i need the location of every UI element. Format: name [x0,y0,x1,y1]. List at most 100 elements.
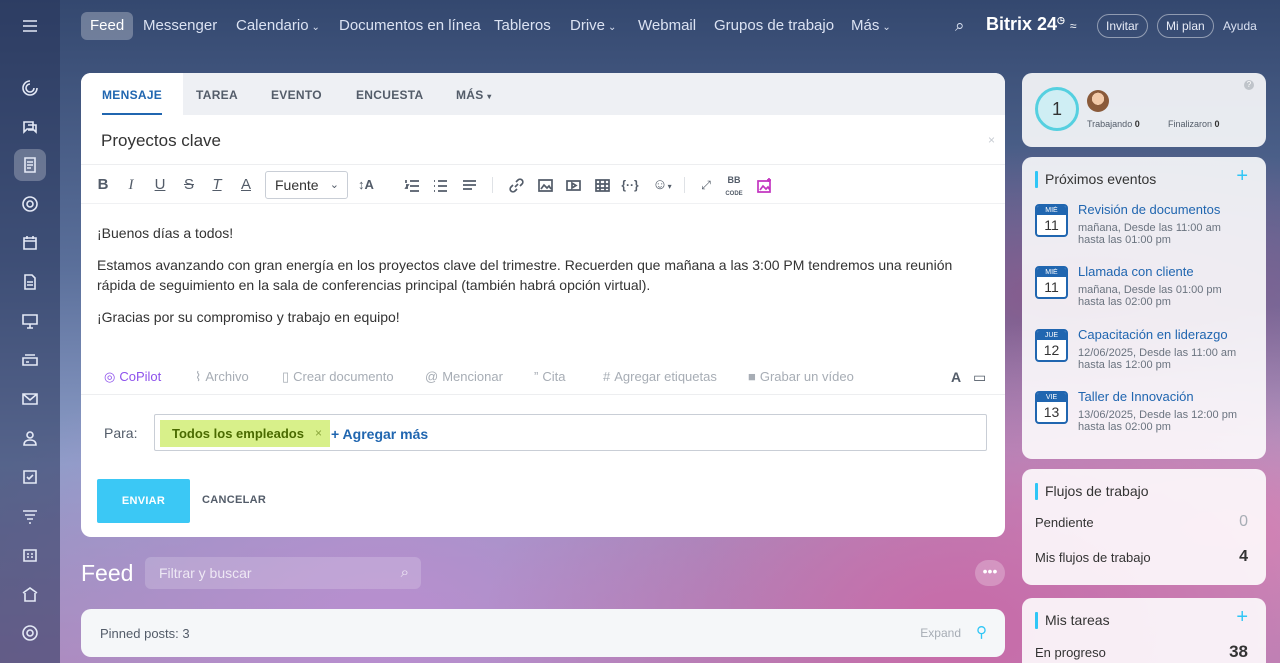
copilot-button[interactable]: ◎ CoPilot [104,369,161,385]
events-card-title: Próximos eventos [1035,171,1156,188]
invite-button[interactable]: Invitar [1097,14,1148,38]
remove-recipient-icon[interactable]: × [315,420,322,447]
send-button[interactable]: ENVIAR [97,479,190,523]
chat-icon[interactable] [14,111,46,143]
my-plan-button[interactable]: Mi plan [1157,14,1214,38]
cancel-button[interactable]: CANCELAR [202,494,266,506]
create-document-button[interactable]: ▯ Crear documento [282,369,394,385]
font-size-icon[interactable]: ↕A [353,172,379,198]
fullscreen-icon[interactable]: ⤢ [695,172,717,198]
event-title[interactable]: Revisión de documentos [1078,202,1220,217]
tab-poll[interactable]: ENCUESTA [356,73,424,115]
sites-icon[interactable] [14,578,46,610]
bbcode-icon[interactable]: BB CODE [723,172,745,198]
search-icon[interactable]: ⌕ [955,12,965,40]
underline-icon[interactable]: U [149,172,171,198]
post-composer: MENSAJE TAREA EVENTO ENCUESTA MÁS ▾ Proy… [81,73,1005,537]
nav-more[interactable]: Más ⌄ [851,12,891,40]
strikethrough-icon[interactable]: S [178,172,200,198]
quote-button[interactable]: ” Cita [534,369,565,384]
nav-webmail[interactable]: Webmail [638,12,696,40]
post-body-editor[interactable]: ¡Buenos días a todos! Estamos avanzando … [97,223,975,339]
feed-icon[interactable] [14,149,46,181]
nav-messenger[interactable]: Messenger [143,12,217,40]
nav-workgroups[interactable]: Grupos de trabajo [714,12,834,40]
table-icon[interactable] [591,172,613,198]
brand-logo[interactable]: Bitrix 24◷ ≈ [986,14,1077,35]
add-task-icon[interactable]: + [1236,606,1248,629]
expand-link[interactable]: Expand [920,626,961,640]
event-item[interactable]: VIE 13 Taller de Innovación 13/06/2025, D… [1035,389,1255,441]
align-icon[interactable] [458,172,480,198]
event-title[interactable]: Capacitación en liderazgo [1078,327,1228,342]
nav-documents[interactable]: Documentos en línea [339,12,481,40]
recipient-chip[interactable]: Todos los empleados × [160,420,330,447]
recipients-row: Para: Todos los empleados × + Agregar más [81,414,1005,451]
tab-task[interactable]: TAREA [196,73,238,115]
settings-icon[interactable] [14,617,46,649]
close-icon[interactable]: × [988,133,995,147]
document-icon[interactable] [14,266,46,298]
schedule-icon[interactable] [14,539,46,571]
more-options-icon[interactable]: ••• [975,560,1005,586]
pinned-posts-bar[interactable]: Pinned posts: 3 Expand ⚲ [81,609,1005,657]
panel-icon[interactable]: ▭ [973,369,986,386]
add-event-icon[interactable]: + [1236,165,1248,188]
contacts-icon[interactable] [14,422,46,454]
post-title-input[interactable]: Proyectos clave [101,131,221,151]
event-item[interactable]: JUE 12 Capacitación en liderazgo 12/06/20… [1035,327,1255,379]
calendar-icon[interactable] [14,227,46,259]
chevron-down-icon: ⌄ [311,22,320,33]
nav-calendar[interactable]: Calendario ⌄ [236,12,320,40]
link-icon[interactable] [505,172,527,198]
crm-icon[interactable] [14,500,46,532]
tab-event[interactable]: EVENTO [271,73,322,115]
event-item[interactable]: MIÉ 11 Llamada con cliente mañana, Desde … [1035,264,1255,316]
recipients-field[interactable]: Todos los empleados × + Agregar más [154,414,987,451]
event-title[interactable]: Llamada con cliente [1078,264,1194,279]
pin-icon: ⚲ [976,624,987,641]
in-progress-label[interactable]: En progreso [1035,645,1106,660]
code-icon[interactable]: {··} [619,172,641,198]
worktime-counter[interactable]: 1 [1035,87,1079,131]
search-icon[interactable]: ⌕ [401,557,409,589]
nav-drive[interactable]: Drive ⌄ [570,12,616,40]
add-more-link[interactable]: + Agregar más [331,426,428,442]
video-icon[interactable] [562,172,584,198]
help-link[interactable]: Ayuda [1223,12,1257,40]
image-icon[interactable] [534,172,556,198]
pending-label[interactable]: Pendiente [1035,515,1094,530]
text-format-icon[interactable]: A [951,369,961,385]
my-workflows-label[interactable]: Mis flujos de trabajo [1035,550,1151,565]
text-color-icon[interactable]: A [235,172,257,198]
ai-image-icon[interactable] [753,172,775,198]
tasks-icon[interactable] [14,461,46,493]
emoji-icon[interactable]: ☺▾ [648,172,676,198]
italic-icon[interactable]: I [120,172,142,198]
bold-icon[interactable]: B [92,172,114,198]
menu-icon[interactable] [14,10,46,42]
board-icon[interactable] [14,305,46,337]
tab-more[interactable]: MÁS ▾ [456,73,492,115]
mail-icon[interactable] [14,383,46,415]
drive-icon[interactable] [14,344,46,376]
file-button[interactable]: ⌇ Archivo [195,369,249,385]
feed-filter-input[interactable]: Filtrar y buscar ⌕ [145,557,421,589]
tags-button[interactable]: # Agregar etiquetas [603,369,717,384]
mention-button[interactable]: @ Mencionar [425,369,503,384]
event-title[interactable]: Taller de Innovación [1078,389,1194,404]
copilot-icon[interactable] [14,72,46,104]
numbered-list-icon[interactable] [401,172,423,198]
font-select[interactable]: Fuente ⌄ [265,171,348,199]
clear-format-icon[interactable]: T [206,172,228,198]
tab-message[interactable]: MENSAJE [81,73,184,115]
nav-boards[interactable]: Tableros [494,12,551,40]
avatar[interactable] [1087,90,1109,112]
bullet-list-icon[interactable] [429,172,451,198]
calendar-date-icon: JUE 12 [1035,329,1068,362]
event-item[interactable]: MIÉ 11 Revisión de documentos mañana, Des… [1035,202,1255,254]
help-icon[interactable]: ? [1244,80,1254,90]
record-video-button[interactable]: ■ Grabar un vídeo [748,369,854,384]
collab-icon[interactable] [14,188,46,220]
nav-feed[interactable]: Feed [81,12,134,40]
